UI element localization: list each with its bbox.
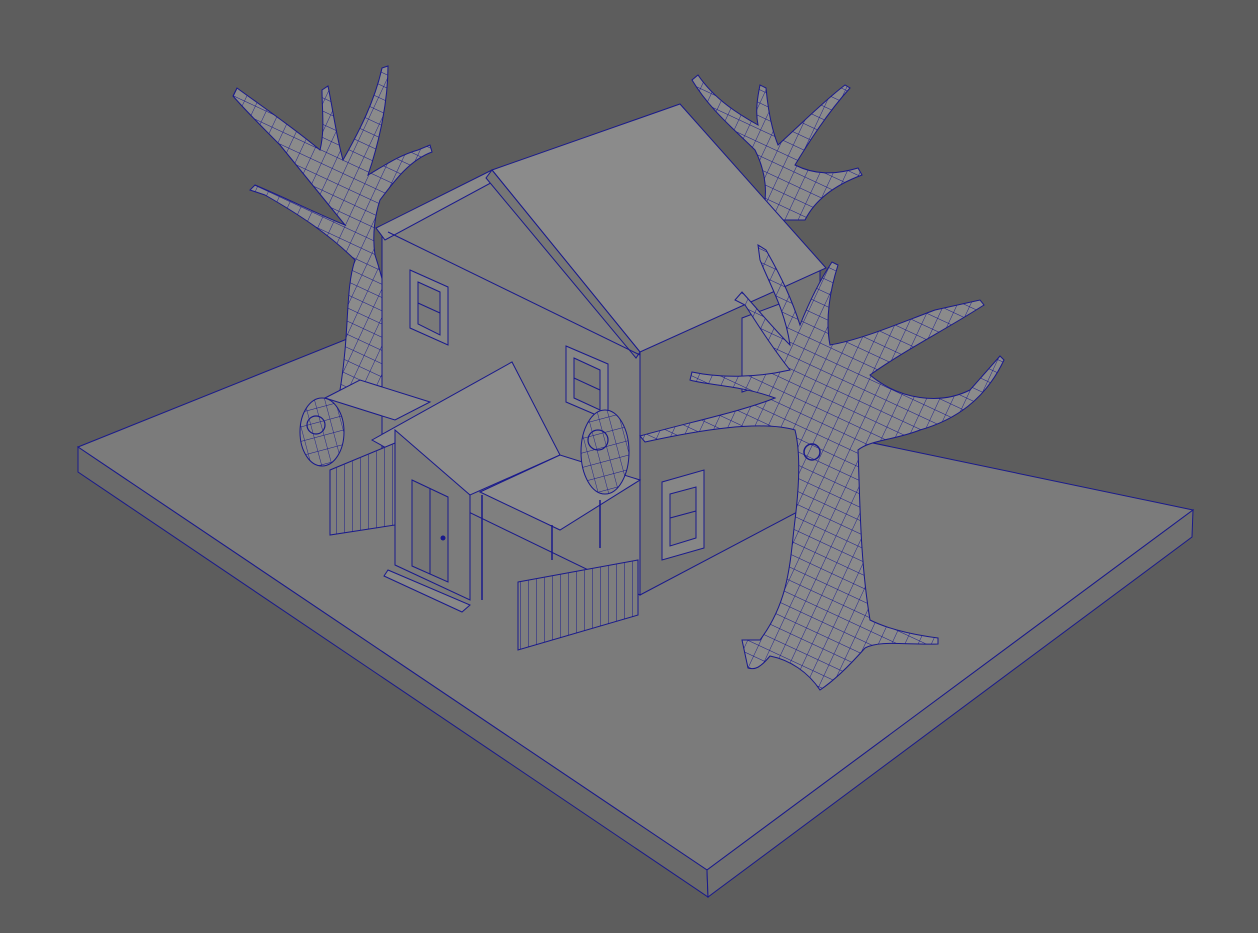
scene-canvas[interactable] bbox=[0, 0, 1258, 933]
owl-right[interactable] bbox=[580, 409, 630, 495]
front-door[interactable] bbox=[411, 479, 449, 583]
owl-left[interactable] bbox=[299, 397, 345, 467]
3d-viewport[interactable] bbox=[0, 0, 1258, 933]
window-lower-right bbox=[661, 469, 705, 561]
